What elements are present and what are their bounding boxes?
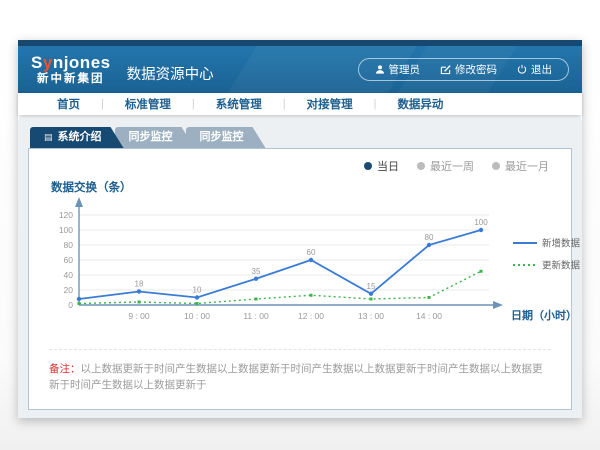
x-tick-label: 10 : 00 — [184, 311, 210, 321]
user-menu[interactable]: 管理员 — [365, 62, 431, 77]
logo-subtitle: 新中新集团 — [31, 73, 111, 86]
edit-icon — [440, 64, 451, 75]
filter-label: 最近一周 — [430, 158, 474, 174]
x-tick-label: 12 : 00 — [298, 311, 324, 321]
document-icon: ▤ — [44, 132, 53, 142]
data-point-label: 100 — [474, 218, 488, 227]
data-point — [138, 301, 141, 304]
data-point — [254, 277, 258, 281]
change-password-button[interactable]: 修改密码 — [430, 62, 507, 77]
data-point — [310, 294, 313, 297]
page-title: 数据资源中心 — [127, 63, 214, 84]
data-point — [309, 258, 313, 262]
user-toolbar: 管理员 修改密码 退出 — [358, 58, 570, 81]
data-point — [195, 295, 199, 299]
power-icon — [517, 64, 527, 75]
chart-panel: 当日 最近一周 最近一月 数据交换（条） 0204060801001209 : … — [28, 148, 572, 410]
user-name-label: 管理员 — [389, 62, 421, 77]
data-point — [369, 292, 373, 296]
x-tick-label: 9 : 00 — [128, 311, 150, 321]
company-logo: Synjones 新中新集团 — [31, 53, 111, 86]
tab-label: 同步监控 — [129, 131, 173, 143]
tab-system-intro[interactable]: ▤ 系统介绍 — [30, 127, 124, 148]
radio-selected-icon — [364, 162, 372, 170]
y-tick-label: 80 — [64, 240, 74, 250]
nav-item-docking-management[interactable]: 对接管理 — [286, 96, 374, 112]
logout-button[interactable]: 退出 — [507, 62, 562, 77]
content-area: ▤ 系统介绍 同步监控 同步监控 当日 最近一周 — [18, 115, 582, 418]
data-point — [370, 298, 373, 301]
filter-last-month[interactable]: 最近一月 — [492, 158, 549, 174]
data-point — [428, 296, 431, 299]
user-icon — [375, 64, 385, 75]
data-point — [196, 302, 199, 305]
filter-label: 当日 — [377, 158, 399, 174]
y-tick-label: 0 — [68, 300, 73, 310]
footnote-text: 以上数据更新于时间产生数据以上数据更新于时间产生数据以上数据更新于时间产生数据以… — [49, 363, 543, 391]
change-password-label: 修改密码 — [455, 62, 497, 77]
tab-sync-monitor-2[interactable]: 同步监控 — [186, 127, 266, 148]
x-tick-label: 13 : 00 — [358, 311, 384, 321]
tab-sync-monitor-1[interactable]: 同步监控 — [115, 127, 195, 148]
logout-label: 退出 — [531, 62, 552, 77]
y-tick-label: 60 — [64, 255, 74, 265]
footnote-prefix: 备注： — [49, 363, 81, 375]
data-point-label: 10 — [193, 286, 202, 295]
nav-item-standard-management[interactable]: 标准管理 — [104, 96, 192, 112]
radio-icon — [417, 162, 425, 170]
y-tick-label: 40 — [64, 270, 74, 280]
x-tick-label: 11 : 00 — [243, 311, 269, 321]
data-point — [78, 302, 81, 305]
data-point — [137, 289, 141, 293]
logo-accent-letter: y — [43, 53, 53, 72]
nav-item-system-management[interactable]: 系统管理 — [195, 96, 283, 112]
data-point-label: 15 — [367, 282, 376, 291]
data-point-label: 35 — [252, 267, 261, 276]
y-tick-label: 100 — [59, 225, 73, 235]
nav-item-home[interactable]: 首页 — [36, 96, 101, 112]
page-background: Synjones 新中新集团 数据资源中心 管理员 修改 — [0, 0, 600, 450]
legend-label: 新增数据 — [542, 238, 581, 250]
data-point — [480, 270, 483, 273]
filter-last-week[interactable]: 最近一周 — [417, 158, 474, 174]
legend-label: 更新数据 — [542, 260, 581, 272]
data-point — [255, 298, 258, 301]
x-tick-label: 14 : 00 — [416, 311, 442, 321]
y-tick-label: 20 — [64, 285, 74, 295]
data-point — [77, 297, 81, 301]
app-window: Synjones 新中新集团 数据资源中心 管理员 修改 — [18, 40, 582, 418]
series-line-新增数据 — [79, 230, 481, 299]
radio-icon — [492, 162, 500, 170]
filter-label: 最近一月 — [505, 158, 549, 174]
data-point-label: 18 — [135, 280, 144, 289]
tab-label: 系统介绍 — [58, 131, 102, 143]
time-range-filters: 当日 最近一周 最近一月 — [364, 158, 549, 174]
data-point — [479, 228, 483, 232]
footnote: 备注：以上数据更新于时间产生数据以上数据更新于时间产生数据以上数据更新于时间产生… — [49, 349, 551, 394]
filter-today[interactable]: 当日 — [364, 158, 399, 174]
tab-strip: ▤ 系统介绍 同步监控 同步监控 — [18, 125, 582, 148]
app-header: Synjones 新中新集团 数据资源中心 管理员 修改 — [18, 46, 582, 93]
y-tick-label: 120 — [59, 210, 73, 220]
line-chart: 0 20 40 60 80 100 120 9 : 00 10 : 00 11 : 00 12 : … — [37, 193, 582, 343]
nav-item-data-changes[interactable]: 数据异动 — [376, 96, 464, 112]
y-axis-arrow-icon — [75, 197, 83, 207]
data-point-label: 80 — [425, 233, 434, 242]
x-axis-arrow-icon — [493, 301, 503, 309]
tab-label: 同步监控 — [200, 131, 244, 143]
logo-wordmark: Synjones — [31, 53, 111, 73]
main-nav: 首页 | 标准管理 | 系统管理 | 对接管理 | 数据异动 — [18, 93, 582, 115]
chart-x-axis-title: 日期（小时） — [511, 308, 577, 322]
data-point — [427, 243, 431, 247]
data-point-label: 60 — [307, 248, 316, 257]
